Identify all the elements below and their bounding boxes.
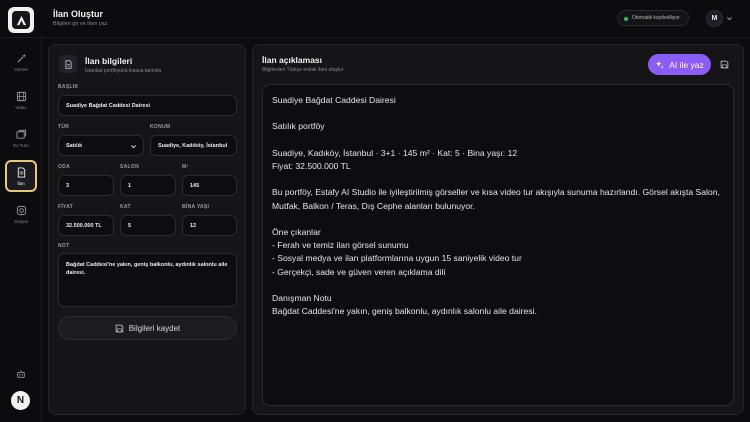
- instagram-icon: [16, 205, 26, 215]
- autosave-label: Otomatik kaydediliyor: [632, 15, 680, 21]
- brand-logo[interactable]: N: [11, 391, 30, 410]
- sidebar-item-label: Ev Turu: [13, 142, 29, 148]
- label-konum: KONUM: [150, 124, 171, 130]
- robot-icon[interactable]: [16, 369, 26, 379]
- label-fiyat: FİYAT: [58, 204, 74, 210]
- save-icon: [115, 324, 123, 332]
- status-dot-icon: [624, 17, 628, 21]
- sidebar-item-ilan[interactable]: İlan: [5, 160, 37, 192]
- app-root: İlan Oluştur Bilgileri gir ve ilanı yaz …: [0, 0, 750, 422]
- label-oda: ODA: [58, 164, 71, 170]
- save-info-label: Bilgileri kaydet: [128, 323, 181, 333]
- label-m2: M²: [182, 164, 189, 170]
- sidebar-item-sosyal[interactable]: Sosyal: [5, 198, 37, 230]
- document-icon: [59, 55, 77, 73]
- panel-title: İlan açıklaması: [262, 55, 323, 65]
- user-avatar[interactable]: M: [706, 10, 723, 27]
- sidebar-item-ev-turu[interactable]: Ev Turu: [5, 122, 37, 154]
- page-title: İlan Oluştur: [53, 9, 104, 19]
- top-header: İlan Oluştur Bilgileri gir ve ilanı yaz …: [0, 0, 750, 38]
- sidebar-item-label: Sosyal: [14, 218, 28, 224]
- area-input[interactable]: 145: [182, 175, 237, 196]
- chevron-down-icon[interactable]: [726, 15, 733, 22]
- save-icon: [720, 60, 728, 68]
- sparkle-icon: [656, 60, 664, 69]
- price-input[interactable]: 32.500.000 TL: [58, 215, 114, 236]
- label-kat: KAT: [120, 204, 131, 210]
- sidebar-item-label: Video: [15, 104, 27, 110]
- floor-input[interactable]: 5: [120, 215, 176, 236]
- sparkle-wand-icon: [16, 53, 26, 63]
- location-input[interactable]: Suadiye, Kadıköy, İstanbul: [150, 135, 237, 156]
- sidebar-item-gorsel[interactable]: Görsel: [5, 46, 37, 78]
- sidebar: Görsel Video Ev Turu İlan Sosyal N: [0, 38, 42, 422]
- gallery-icon: [15, 129, 26, 139]
- label-salon: SALON: [120, 164, 139, 170]
- page-subtitle: Bilgileri gir ve ilanı yaz: [53, 21, 108, 27]
- type-select-value: Satılık: [66, 142, 83, 149]
- sidebar-item-label: Görsel: [14, 66, 28, 72]
- film-icon: [16, 91, 26, 101]
- ai-write-label: AI ile yaz: [669, 59, 704, 70]
- save-info-button[interactable]: Bilgileri kaydet: [58, 316, 237, 340]
- document-icon: [17, 166, 25, 178]
- panel-subtitle: İstanbul portföyünü kısaca tanımla: [85, 68, 162, 74]
- title-input[interactable]: Suadiye Bağdat Caddesi Dairesi: [58, 95, 237, 116]
- description-textarea[interactable]: Suadiye Bağdat Caddesi Dairesi Satılık p…: [262, 84, 734, 406]
- save-description-button[interactable]: [716, 56, 732, 72]
- label-bina-yasi: BİNA YAŞI: [182, 204, 210, 210]
- label-baslik: BAŞLIK: [58, 84, 79, 90]
- logo-icon: [12, 11, 30, 29]
- app-logo[interactable]: [8, 7, 34, 33]
- listing-info-panel: İlan bilgileri İstanbul portföyünü kısac…: [48, 44, 246, 415]
- sidebar-item-video[interactable]: Video: [5, 84, 37, 116]
- autosave-status: Otomatik kaydediliyor: [617, 10, 689, 26]
- chevron-down-icon: [130, 145, 137, 149]
- note-textarea[interactable]: Bağdat Caddesi'ne yakın, geniş balkonlu,…: [58, 253, 237, 307]
- building-age-input[interactable]: 12: [182, 215, 237, 236]
- type-select[interactable]: Satılık: [58, 135, 144, 156]
- sidebar-item-label: İlan: [17, 180, 25, 186]
- panel-title: İlan bilgileri: [85, 56, 133, 66]
- ai-write-button[interactable]: AI ile yaz: [648, 54, 711, 75]
- living-rooms-input[interactable]: 1: [120, 175, 176, 196]
- label-not: NOT: [58, 243, 70, 249]
- label-tur: TÜR: [58, 124, 70, 130]
- panel-subtitle: Bilgilerden Türkçe emlak ilanı oluştur: [262, 67, 344, 73]
- rooms-input[interactable]: 3: [58, 175, 114, 196]
- listing-description-panel: İlan açıklaması Bilgilerden Türkçe emlak…: [252, 44, 744, 415]
